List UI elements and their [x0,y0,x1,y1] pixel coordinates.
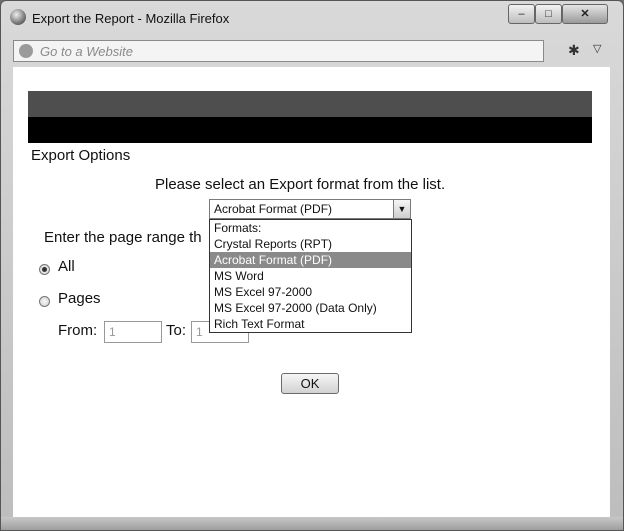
page-content: Export Options Please select an Export f… [13,67,610,517]
to-label: To: [166,322,187,339]
dropdown-option[interactable]: Rich Text Format [210,316,411,332]
close-button[interactable]: ✕ [562,4,608,24]
radio-all-label[interactable]: All [58,258,75,275]
export-instruction: Please select an Export format from the … [155,176,446,193]
from-label: From: [58,322,98,339]
minimize-button[interactable]: – [508,4,535,24]
browser-window: Export the Report - Mozilla Firefox – □ … [0,0,624,531]
dropdown-option[interactable]: Formats: [210,220,411,236]
radio-all[interactable] [39,264,50,275]
from-input[interactable] [104,321,162,343]
maximize-button[interactable]: □ [535,4,562,24]
chevron-down-icon[interactable]: ▽ [593,42,601,55]
radio-pages-label[interactable]: Pages [58,290,101,307]
window-bottom-border [1,517,623,530]
radio-pages[interactable] [39,296,50,307]
bug-icon[interactable]: ✱ [568,42,580,59]
header-band-bottom [28,117,592,143]
dropdown-option[interactable]: MS Excel 97-2000 [210,284,411,300]
format-dropdown-list[interactable]: Formats: Crystal Reports (RPT) Acrobat F… [209,219,412,333]
page-range-label: Enter the page range th [44,229,202,246]
header-band-top [28,91,592,117]
url-placeholder: Go to a Website [40,44,133,59]
dropdown-option[interactable]: MS Excel 97-2000 (Data Only) [210,300,411,316]
globe-icon [19,44,33,58]
dropdown-option[interactable]: MS Word [210,268,411,284]
dropdown-option[interactable]: Crystal Reports (RPT) [210,236,411,252]
dropdown-arrow-icon[interactable]: ▼ [393,200,410,218]
format-select[interactable]: Acrobat Format (PDF) ▼ [209,199,411,219]
title-bar[interactable]: Export the Report - Mozilla Firefox – □ … [1,1,623,35]
window-title: Export the Report - Mozilla Firefox [32,11,230,26]
firefox-icon [10,9,26,25]
format-select-value: Acrobat Format (PDF) [214,202,333,216]
dropdown-option-highlighted[interactable]: Acrobat Format (PDF) [210,252,411,268]
export-options-title: Export Options [31,147,131,164]
url-bar[interactable]: Go to a Website [13,40,544,62]
ok-button[interactable]: OK [281,373,339,394]
